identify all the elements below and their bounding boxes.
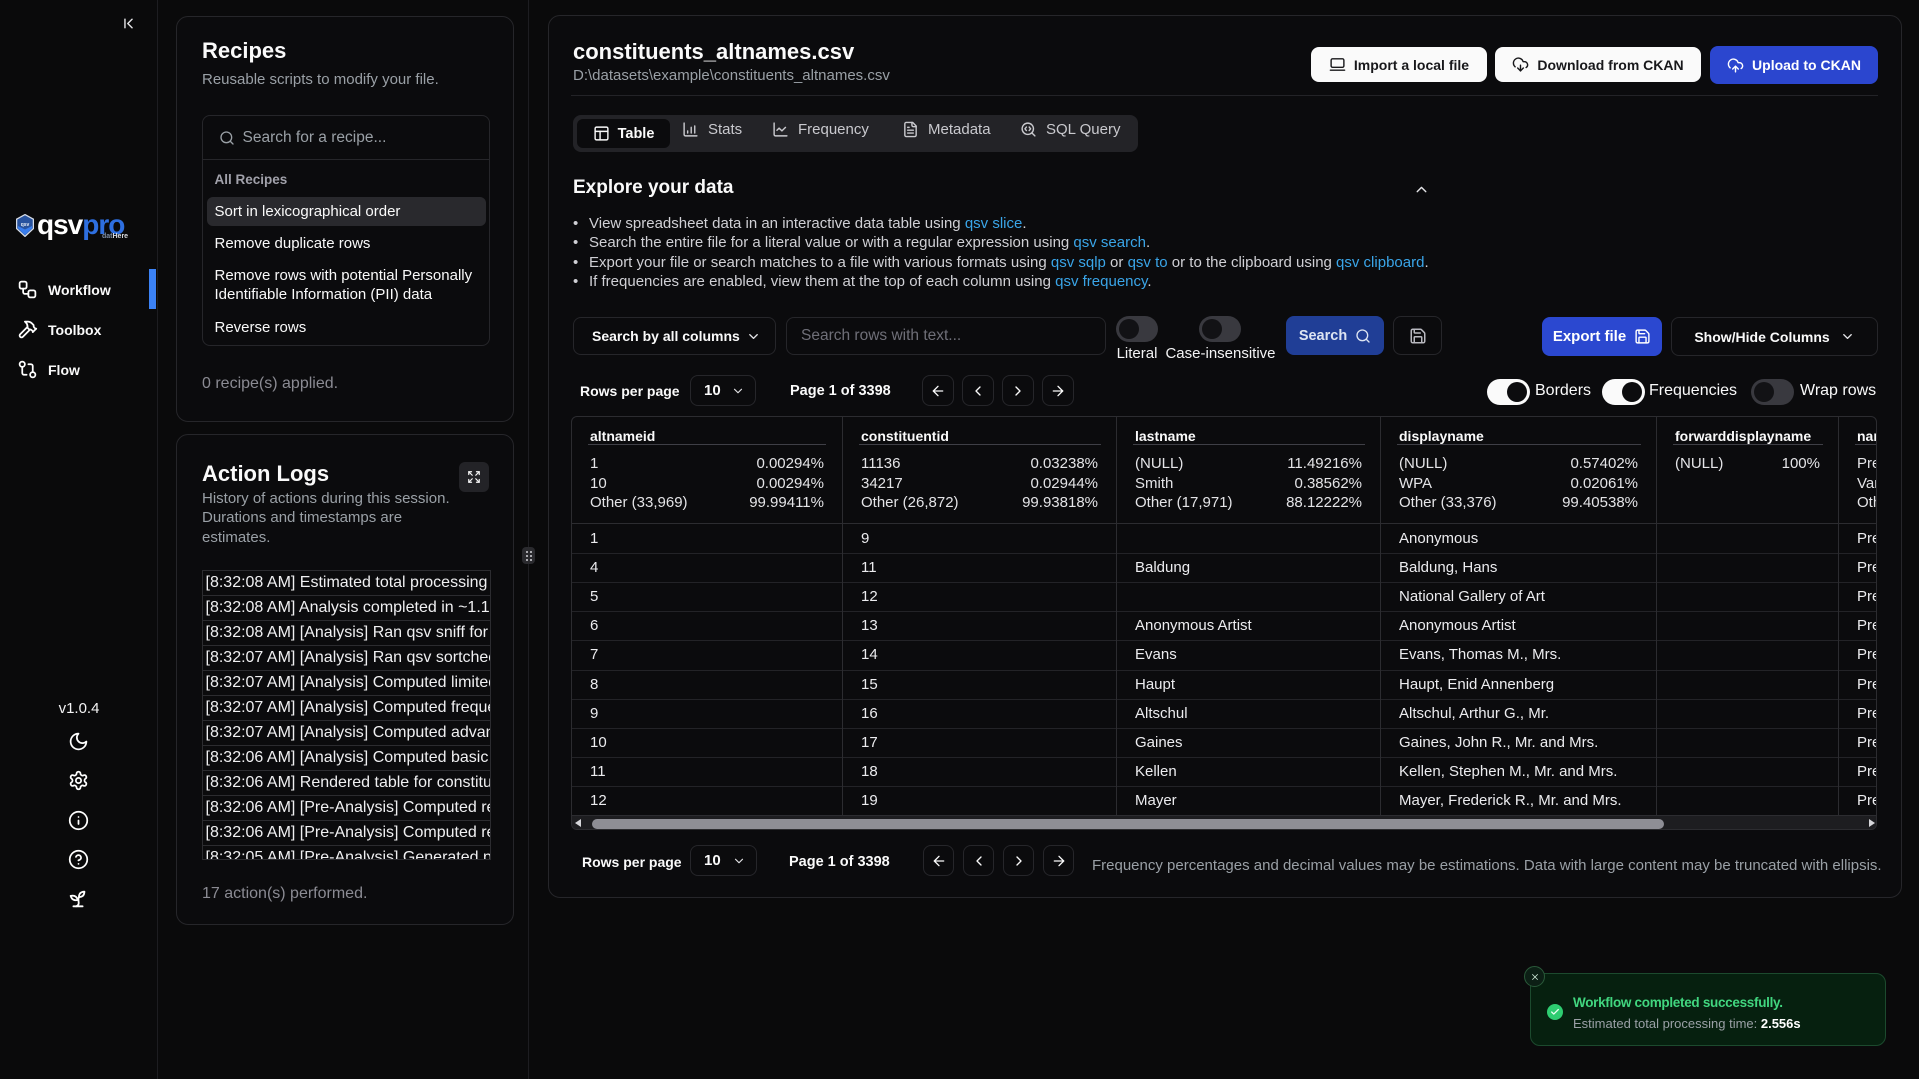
svg-text:qsv: qsv <box>21 222 30 228</box>
